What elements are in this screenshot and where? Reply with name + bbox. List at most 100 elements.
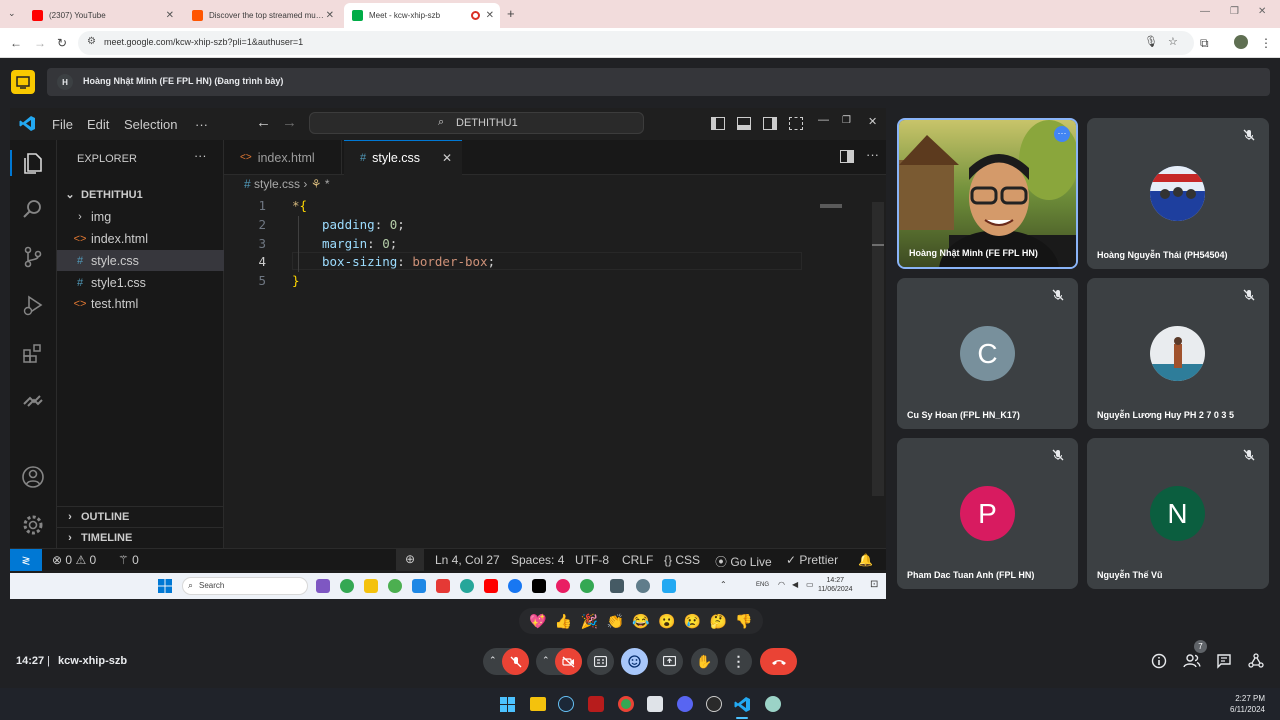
ports-indicator[interactable]: ⚚ 0	[118, 553, 139, 567]
encoding[interactable]: UTF-8	[575, 553, 609, 567]
facebook-icon[interactable]	[508, 579, 522, 593]
indentation[interactable]: Spaces: 4	[511, 553, 564, 567]
tree-item-style-css[interactable]: # style.css	[57, 250, 224, 271]
reaction-heart[interactable]: 💖	[529, 614, 546, 628]
activities-icon[interactable]	[1248, 653, 1264, 669]
command-center[interactable]: ⌕ DETHITHU1	[309, 112, 644, 134]
back-icon[interactable]: ←	[10, 36, 22, 50]
vscode-icon[interactable]	[734, 696, 751, 713]
nav-forward-icon[interactable]: →	[282, 114, 297, 131]
go-live-button[interactable]: ⦿ Go Live	[715, 553, 772, 570]
language-mode[interactable]: {} CSS	[664, 553, 700, 567]
address-bar[interactable]: ⚙ meet.google.com/kcw-xhip-szb?pli=1&aut…	[78, 31, 1194, 55]
reaction-thumbs-up[interactable]: 👍	[555, 614, 572, 628]
tree-item-img[interactable]: › img	[57, 206, 224, 227]
reaction-thinking[interactable]: 🤔	[710, 614, 727, 628]
zoom-icon[interactable]: ⊕	[396, 549, 424, 571]
battery-icon[interactable]: ▭	[806, 580, 814, 589]
reaction-surprised[interactable]: 😮	[658, 614, 675, 628]
explorer-icon[interactable]	[20, 150, 46, 176]
notifications-bell-icon[interactable]: 🔔	[858, 553, 873, 567]
extensions-icon[interactable]	[20, 340, 46, 366]
close-window-icon[interactable]: ✕	[868, 115, 877, 128]
reaction-sad[interactable]: 😢	[684, 614, 701, 628]
folder-root[interactable]: ⌄ DETHITHU1	[57, 184, 224, 205]
explorer-more-icon[interactable]: ···	[194, 149, 207, 163]
microphone-icon[interactable]: 🎙	[1144, 35, 1158, 48]
close-icon[interactable]: ✕	[486, 10, 494, 21]
people-icon[interactable]	[1183, 653, 1201, 669]
notification-icon[interactable]: ⊡	[870, 579, 878, 590]
windows-start-icon[interactable]	[500, 697, 515, 712]
volume-icon[interactable]: ◀	[792, 580, 798, 589]
forward-icon[interactable]: →	[34, 36, 46, 50]
breadcrumb-symbol[interactable]: *	[325, 177, 330, 191]
toggle-secondary-sidebar-icon[interactable]	[763, 117, 777, 130]
taskbar-search[interactable]: ⌕ Search	[182, 577, 308, 595]
manage-gear-icon[interactable]	[20, 512, 46, 538]
tiktok-icon[interactable]	[532, 579, 546, 593]
reactions-button[interactable]	[621, 648, 648, 675]
language-indicator[interactable]: ENG	[756, 582, 769, 588]
remote-explorer-icon[interactable]	[20, 388, 46, 414]
chat-icon[interactable]	[1216, 653, 1232, 669]
editor-more-icon[interactable]: ···	[866, 147, 879, 162]
more-options-icon[interactable]: ···	[1054, 126, 1070, 142]
chrome-icon[interactable]	[618, 696, 634, 712]
outline-section[interactable]: › OUTLINE	[57, 506, 224, 527]
captions-button[interactable]	[587, 648, 614, 675]
participant-tile[interactable]: Hoàng Nguyễn Thái (PH54504)	[1087, 118, 1269, 269]
source-control-icon[interactable]	[20, 244, 46, 270]
discord-icon[interactable]	[677, 696, 693, 712]
reload-icon[interactable]: ↻	[57, 36, 67, 50]
tab-soundcloud[interactable]: Discover the top streamed mu… ✕	[184, 3, 340, 28]
site-info-icon[interactable]: ⚙	[87, 36, 96, 47]
menu-file[interactable]: File	[52, 117, 73, 132]
leave-call-button[interactable]	[760, 648, 797, 675]
app-icon[interactable]	[412, 579, 426, 593]
breadcrumb-file[interactable]: style.css	[254, 177, 300, 191]
app-icon[interactable]	[388, 579, 402, 593]
accounts-icon[interactable]	[20, 464, 46, 490]
app-icon[interactable]	[647, 696, 663, 712]
timeline-section[interactable]: › TIMELINE	[57, 527, 224, 548]
code-editor[interactable]: 1 2 3 4 5 *{ padding: 0; margin: 0; box-…	[224, 196, 884, 548]
vertical-scrollbar[interactable]	[872, 202, 884, 496]
chrome-menu-icon[interactable]: ⋮	[1260, 36, 1272, 50]
app-icon[interactable]	[436, 579, 450, 593]
camera-off-button[interactable]	[555, 648, 582, 675]
reaction-laugh[interactable]: 😂	[632, 614, 649, 628]
tree-item-style1-css[interactable]: # style1.css	[57, 272, 224, 293]
participant-tile-presenter[interactable]: ··· Hoàng Nhật Minh (FE FPL HN)	[897, 118, 1078, 269]
app-icon[interactable]	[706, 696, 722, 712]
toggle-panel-icon[interactable]	[737, 117, 751, 130]
minimize-icon[interactable]: —	[1200, 6, 1210, 17]
nav-back-icon[interactable]: ←	[256, 114, 271, 131]
raise-hand-button[interactable]: ✋	[691, 648, 718, 675]
taskbar-clock[interactable]: 14:27 11/06/2024	[818, 576, 853, 594]
meeting-details-icon[interactable]	[1151, 653, 1167, 669]
more-options-button[interactable]: ⋮	[725, 648, 752, 675]
chrome-icon[interactable]	[580, 579, 594, 593]
vscode-icon[interactable]	[662, 579, 676, 593]
run-debug-icon[interactable]	[20, 292, 46, 318]
app-icon[interactable]	[588, 696, 604, 712]
app-icon[interactable]	[765, 696, 781, 712]
participant-tile[interactable]: Nguyễn Lương Huy PH 2 7 0 3 5	[1087, 278, 1269, 429]
close-window-icon[interactable]: ✕	[1258, 6, 1266, 17]
tab-index-html[interactable]: <> index.html	[224, 140, 342, 175]
remote-indicator-icon[interactable]: ≷	[10, 549, 42, 571]
restore-icon[interactable]: ❐	[1230, 6, 1239, 17]
participant-tile[interactable]: P Pham Dac Tuan Anh (FPL HN)	[897, 438, 1078, 589]
customize-layout-icon[interactable]	[789, 117, 803, 130]
close-icon[interactable]: ✕	[326, 10, 334, 21]
tree-item-index-html[interactable]: <> index.html	[57, 228, 224, 249]
settings-icon[interactable]	[636, 579, 650, 593]
line-endings[interactable]: CRLF	[622, 553, 653, 567]
chevron-up-icon[interactable]: ⌃	[542, 655, 550, 666]
present-screen-button[interactable]	[656, 648, 683, 675]
wifi-icon[interactable]: ◠	[778, 580, 785, 589]
new-tab-button[interactable]: +	[507, 6, 515, 21]
close-tab-icon[interactable]: ✕	[442, 151, 452, 165]
menu-edit[interactable]: Edit	[87, 117, 109, 132]
